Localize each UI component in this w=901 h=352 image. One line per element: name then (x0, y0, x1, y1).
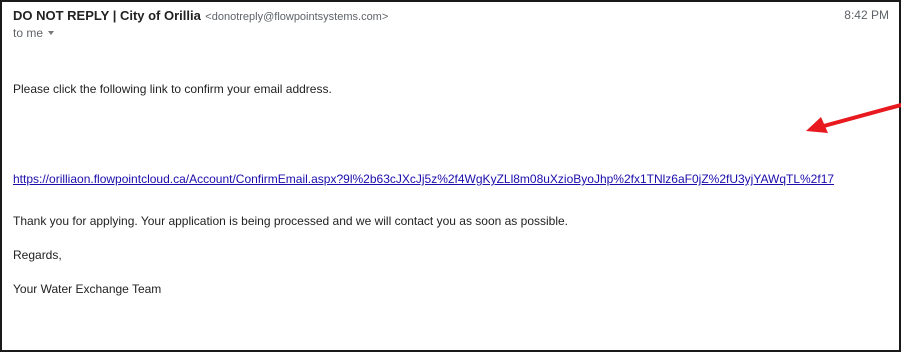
thanks-text: Thank you for applying. Your application… (13, 214, 569, 228)
email-timestamp: 8:42 PM (844, 8, 889, 22)
email-header: DO NOT REPLY | City of Orillia <donotrep… (13, 7, 889, 43)
sender-email: <donotreply@flowpointsystems.com> (205, 11, 389, 23)
recipient-toggle[interactable]: to me (13, 26, 55, 40)
sender-name[interactable]: DO NOT REPLY | City of Orillia (13, 8, 201, 23)
red-arrow-icon (806, 103, 901, 133)
signature-text: Your Water Exchange Team (13, 282, 162, 296)
regards-text: Regards, (13, 248, 62, 262)
sender-line: DO NOT REPLY | City of Orillia <donotrep… (13, 7, 388, 25)
caret-down-icon[interactable] (48, 31, 55, 35)
recipient-label: to me (13, 26, 44, 40)
confirm-email-link[interactable]: https://orilliaon.flowpointcloud.ca/Acco… (13, 172, 834, 186)
instruction-text: Please click the following link to confi… (13, 82, 332, 96)
arrow-shaft (818, 103, 901, 129)
